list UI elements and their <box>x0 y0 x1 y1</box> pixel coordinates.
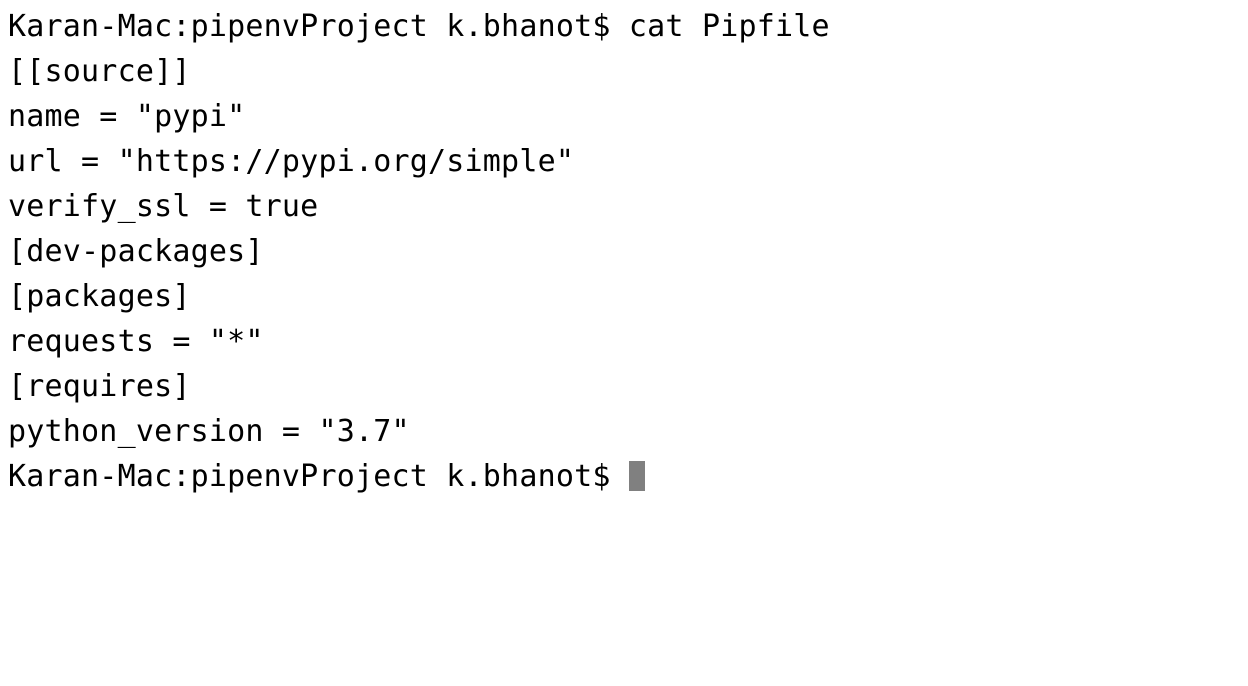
terminal-line: url = "https://pypi.org/simple" <box>8 139 1240 184</box>
terminal-line: requests = "*" <box>8 319 1240 364</box>
terminal-line: [[source]] <box>8 49 1240 94</box>
shell-prompt: Karan-Mac:pipenvProject k.bhanot$ <box>8 459 629 494</box>
terminal-line: name = "pypi" <box>8 94 1240 139</box>
terminal-line: Karan-Mac:pipenvProject k.bhanot$ cat Pi… <box>8 4 1240 49</box>
terminal-line: [requires] <box>8 364 1240 409</box>
terminal-line: verify_ssl = true <box>8 184 1240 229</box>
cursor-icon <box>629 461 645 491</box>
terminal-output[interactable]: Karan-Mac:pipenvProject k.bhanot$ cat Pi… <box>0 0 1248 507</box>
terminal-line: [dev-packages] <box>8 229 1240 274</box>
terminal-line: [packages] <box>8 274 1240 319</box>
shell-command: cat Pipfile <box>629 9 830 44</box>
terminal-line: python_version = "3.7" <box>8 409 1240 454</box>
shell-prompt: Karan-Mac:pipenvProject k.bhanot$ <box>8 9 629 44</box>
terminal-line: Karan-Mac:pipenvProject k.bhanot$ <box>8 454 1240 499</box>
